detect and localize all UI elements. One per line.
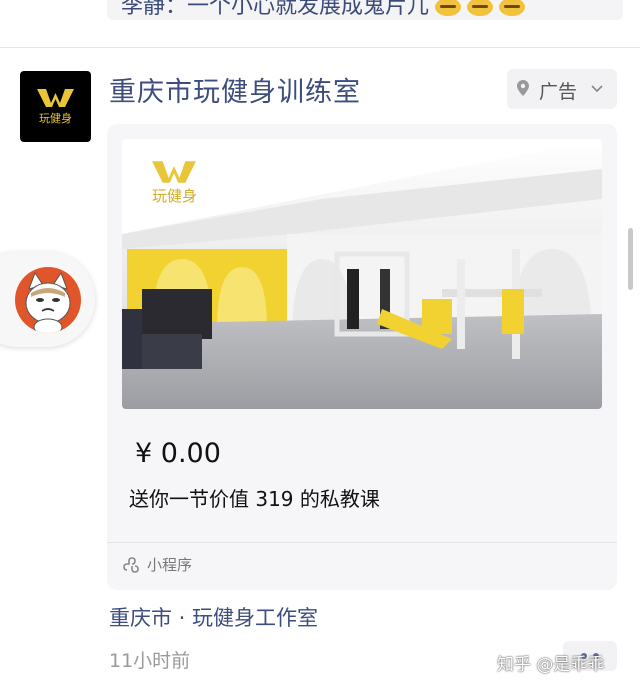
comment-text: 李静：一个小心就发展成鬼片儿 [121,0,526,20]
cat-avatar[interactable] [15,267,81,333]
advertiser-avatar[interactable]: 玩健身 [20,71,91,142]
previous-comment: 李静：一个小心就发展成鬼片儿 [107,0,623,20]
laugh-cry-emoji-icon [499,0,526,16]
location-link[interactable]: 重庆市 · 玩健身工作室 [109,602,318,632]
brand-logo-icon [37,89,74,107]
location-pin-icon [517,80,529,96]
post-time: 11小时前 [109,650,191,672]
mini-program-icon [123,557,139,573]
ad-label: 广告 [539,81,578,103]
scrollbar[interactable] [628,228,633,290]
advertiser-name[interactable]: 重庆市玩健身训练室 [109,70,361,109]
offer-text: 送你一节价值 319 的私教课 [129,487,380,511]
ad-card[interactable]: 玩健身 ¥ 0.00 送你一节价值 319 的私教课 小程序 [107,124,617,590]
laugh-cry-emoji-icon [467,0,494,16]
card-divider [107,542,617,543]
chevron-down-icon [591,85,603,93]
laugh-cry-emoji-icon [435,0,462,16]
floating-assistant-bubble[interactable] [0,252,95,347]
avatar-text: 玩健身 [39,112,72,125]
comment-text-content: 李静：一个小心就发展成鬼片儿 [121,0,430,19]
ad-badge-dropdown[interactable]: 广告 [507,69,617,109]
watermark: 知乎 @是乖乖 [497,655,605,675]
mini-program-label[interactable]: 小程序 [147,554,192,575]
gym-photo: 玩健身 [122,139,602,409]
photo-logo-text: 玩健身 [152,187,197,205]
price: ¥ 0.00 [135,438,221,469]
cat-face-icon [25,271,71,333]
divider [0,47,640,48]
